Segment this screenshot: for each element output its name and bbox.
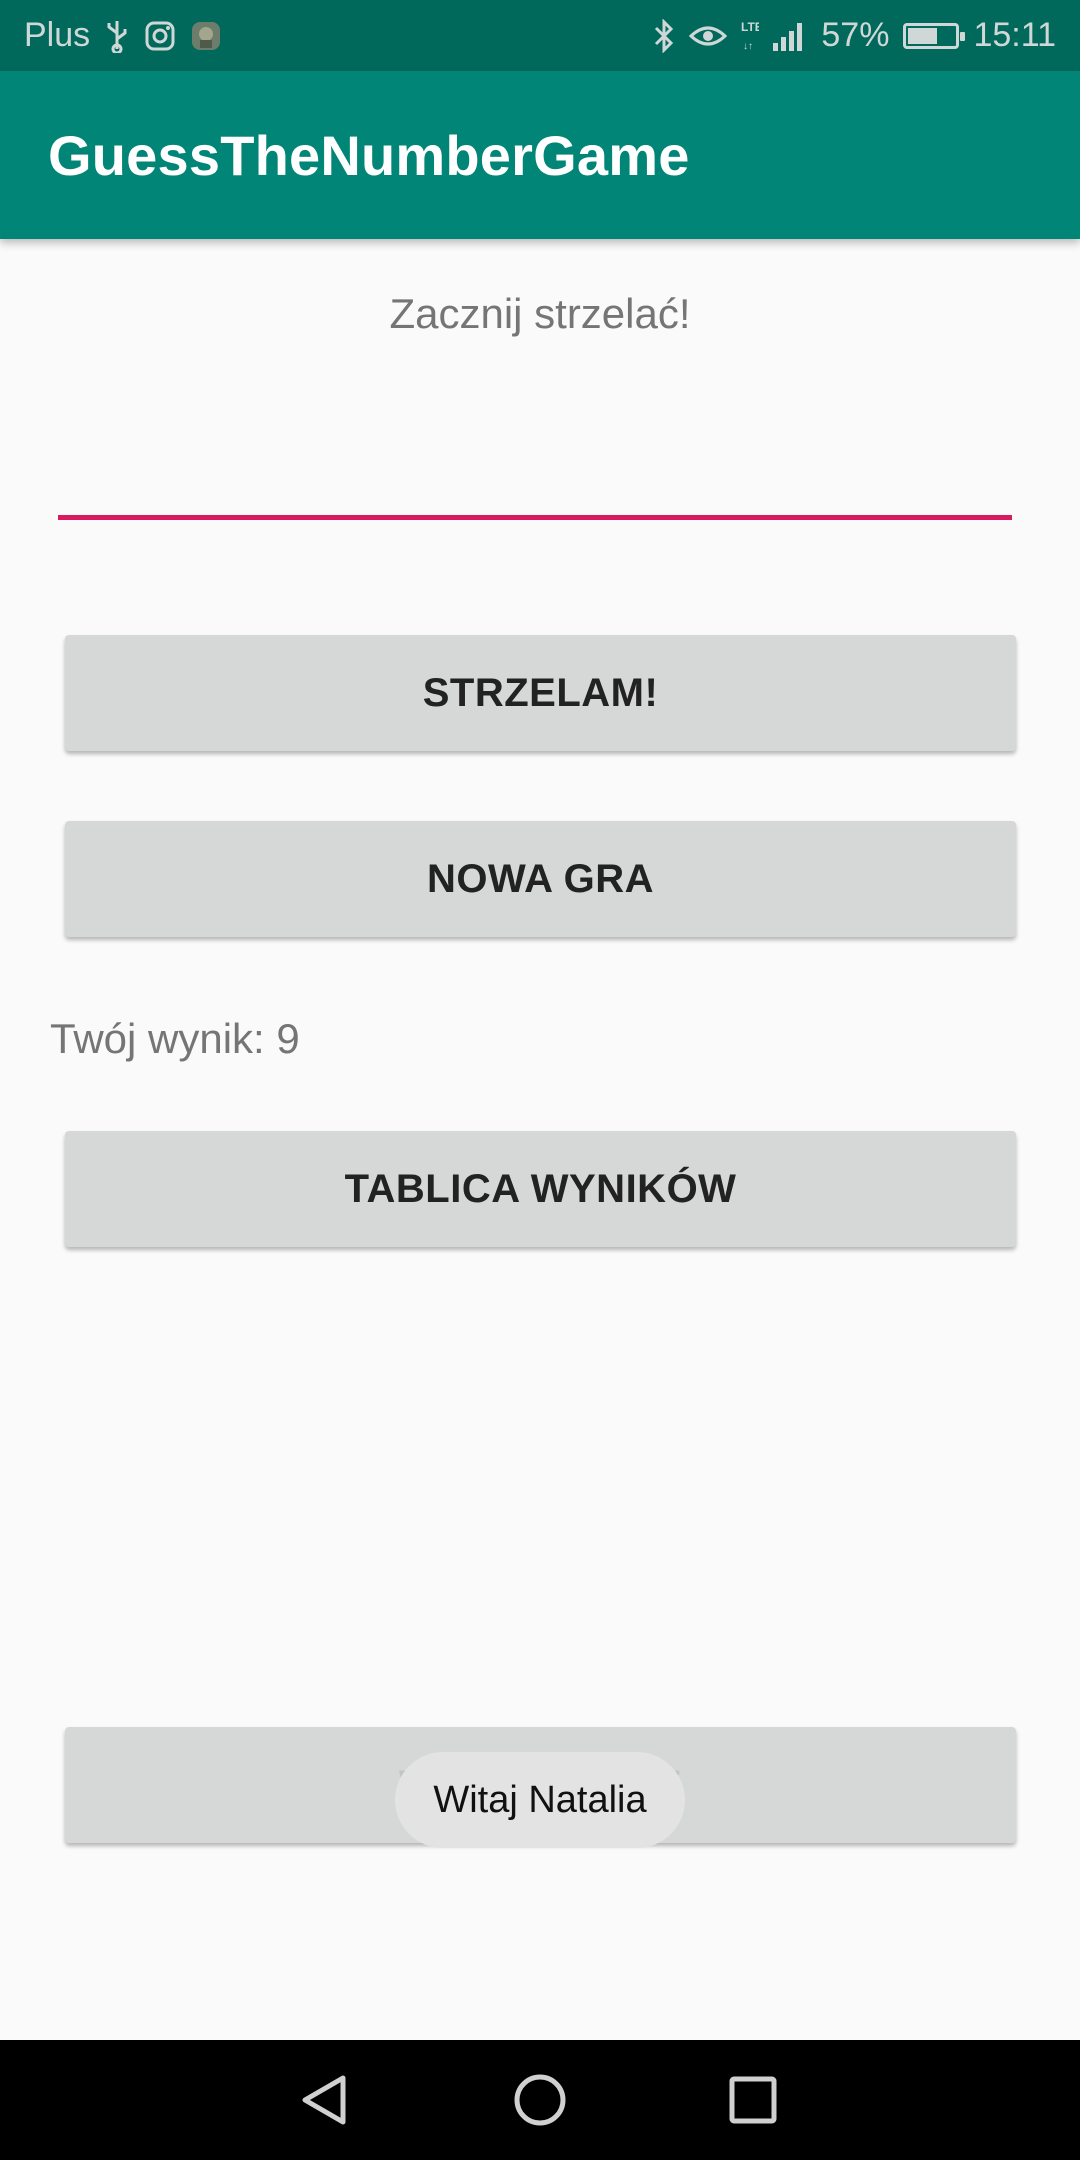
battery-fill <box>908 27 937 44</box>
toast: Witaj Natalia <box>395 1752 685 1848</box>
app-bar: GuessTheNumberGame <box>0 71 1080 239</box>
battery-percent: 57% <box>821 16 890 54</box>
signal-icon <box>773 21 807 51</box>
usb-icon <box>104 19 130 53</box>
battery-icon <box>903 22 966 49</box>
toast-message: Witaj Natalia <box>433 1778 647 1821</box>
status-bar: Plus LTE ↓↑ 57% 15:11 <box>0 0 1080 71</box>
shoot-button[interactable]: STRZELAM! <box>65 635 1016 751</box>
app-notification-icon <box>190 20 222 52</box>
hint-text: Zacznij strzelać! <box>389 290 691 337</box>
eye-comfort-icon <box>689 22 728 50</box>
nav-bar <box>0 2040 1080 2160</box>
status-right: LTE ↓↑ 57% 15:11 <box>653 16 1056 55</box>
svg-text:↓↑: ↓↑ <box>743 41 753 52</box>
status-left: Plus <box>24 16 222 55</box>
bluetooth-icon <box>653 18 675 53</box>
home-icon[interactable] <box>500 2060 580 2140</box>
guess-input[interactable] <box>58 440 1012 520</box>
carrier-label: Plus <box>24 16 91 54</box>
svg-text:LTE: LTE <box>741 20 759 34</box>
new-game-button[interactable]: NOWA GRA <box>65 821 1016 937</box>
lte-icon: LTE ↓↑ <box>741 19 759 53</box>
app-title: GuessTheNumberGame <box>48 123 690 187</box>
leaderboard-button[interactable]: TABLICA WYNIKÓW <box>65 1131 1016 1247</box>
instagram-icon <box>144 20 176 52</box>
clock: 15:11 <box>973 16 1056 54</box>
back-icon[interactable] <box>287 2060 367 2140</box>
recents-icon[interactable] <box>713 2060 793 2140</box>
score-text: Twój wynik: 9 <box>50 1015 300 1062</box>
